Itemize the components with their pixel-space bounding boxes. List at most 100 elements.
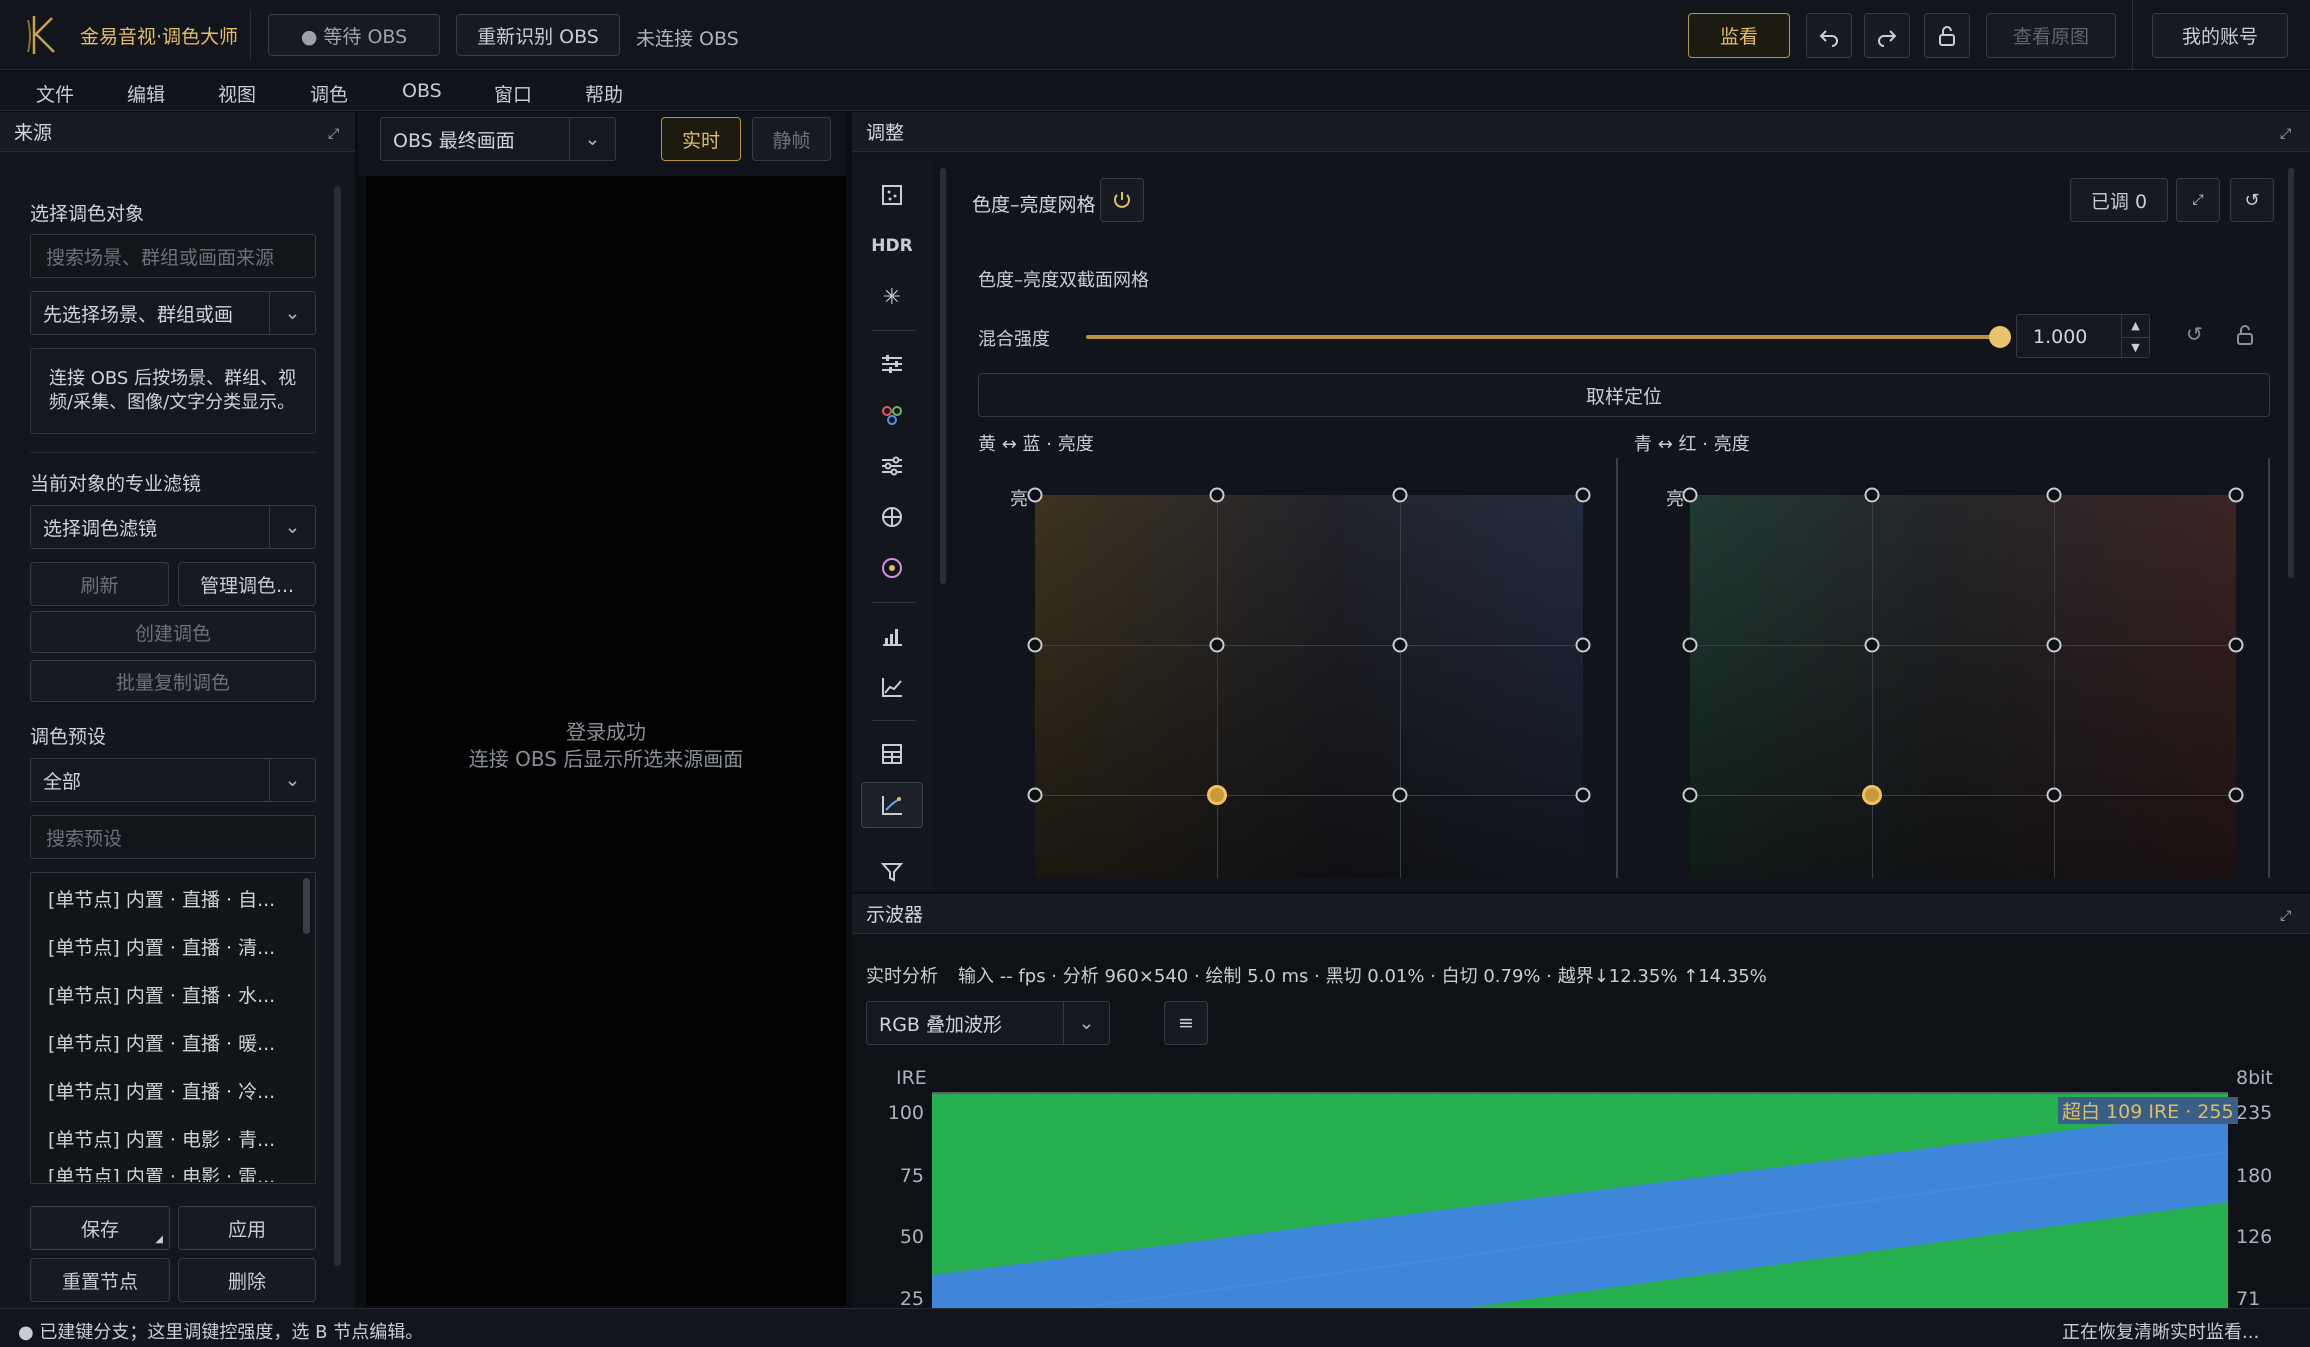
live-mode-button[interactable]: 实时	[661, 117, 741, 161]
grid-node[interactable]	[2046, 487, 2062, 503]
yellow-blue-grid[interactable]	[1035, 495, 1583, 878]
grid-node[interactable]	[1392, 487, 1408, 503]
menu-view[interactable]: 视图	[218, 80, 256, 107]
refresh-button[interactable]: 刷新	[30, 562, 169, 606]
reset-section-button[interactable]: ↺	[2230, 178, 2274, 222]
table-grid-icon[interactable]	[861, 731, 923, 777]
expand-icon[interactable]: ⤢	[2280, 126, 2291, 142]
grid-node[interactable]	[1392, 787, 1408, 803]
manage-grade-button[interactable]: 管理调色...	[178, 562, 316, 606]
preset-search-input[interactable]: 搜索预设	[30, 815, 316, 859]
grid-node[interactable]	[1864, 487, 1880, 503]
graph-grid-icon[interactable]	[861, 782, 923, 828]
grid-node[interactable]	[1392, 637, 1408, 653]
preset-category-select[interactable]: 全部 ⌄	[30, 758, 316, 802]
menu-window[interactable]: 窗口	[494, 80, 532, 107]
blend-slider-track[interactable]	[1086, 326, 2011, 348]
grid-node[interactable]	[1575, 787, 1591, 803]
curve-chart-icon[interactable]	[861, 664, 923, 710]
waveform-display[interactable]	[932, 1092, 2228, 1308]
grid-node[interactable]	[1575, 637, 1591, 653]
delete-button[interactable]: 删除	[178, 1258, 316, 1302]
preset-item[interactable]: [单节点] 内置 · 直播 · 自...	[32, 874, 302, 922]
expand-icon[interactable]: ⤢	[2280, 908, 2291, 924]
source-search-input[interactable]: 搜索场景、群组或画面来源	[30, 234, 316, 278]
adjust-scrollbar[interactable]	[2288, 168, 2294, 578]
grid-node[interactable]	[1209, 487, 1225, 503]
preset-item[interactable]: [单节点] 内置 · 直播 · 冷...	[32, 1066, 302, 1114]
cyan-red-grid[interactable]	[1690, 495, 2236, 878]
preset-item[interactable]: [单节点] 内置 · 直播 · 水...	[32, 970, 302, 1018]
target-select[interactable]: 先选择场景、群组或画 ⌄	[30, 291, 316, 335]
grid-node[interactable]	[2046, 787, 2062, 803]
menu-obs[interactable]: OBS	[402, 80, 442, 102]
sparkle-icon[interactable]: ✳	[861, 274, 923, 320]
redetect-obs-button[interactable]: 重新识别 OBS	[456, 14, 620, 56]
grid-node[interactable]	[1027, 487, 1043, 503]
scope-menu-button[interactable]: ≡	[1164, 1001, 1208, 1045]
histogram-icon[interactable]	[861, 613, 923, 659]
sample-locate-button[interactable]: 取样定位	[978, 373, 2270, 417]
levels-icon[interactable]	[861, 341, 923, 387]
source-scrollbar[interactable]	[334, 186, 341, 1266]
blend-slider-knob[interactable]	[1989, 326, 2011, 348]
grid-node[interactable]	[1027, 637, 1043, 653]
preset-item[interactable]: [单节点] 内置 · 电影 · 青...	[32, 1114, 302, 1162]
grid-node[interactable]	[1682, 637, 1698, 653]
create-grade-button[interactable]: 创建调色	[30, 611, 316, 653]
grid-node[interactable]	[2228, 787, 2244, 803]
grid-node[interactable]	[1864, 637, 1880, 653]
filter-funnel-icon[interactable]	[861, 849, 923, 895]
crosshair-wheel-icon[interactable]	[861, 494, 923, 540]
redo-button[interactable]	[1864, 13, 1910, 58]
stepper-up-icon[interactable]: ▲	[2121, 315, 2149, 337]
sliders-icon[interactable]	[861, 443, 923, 489]
dither-icon[interactable]	[861, 172, 923, 218]
still-mode-button[interactable]: 静帧	[752, 117, 831, 161]
grid-node[interactable]	[1575, 487, 1591, 503]
grid-node[interactable]	[2228, 487, 2244, 503]
hdr-icon[interactable]: HDR	[861, 223, 923, 269]
menu-help[interactable]: 帮助	[585, 80, 623, 107]
expand-section-button[interactable]: ⤢	[2176, 178, 2220, 222]
grid-node[interactable]	[1682, 487, 1698, 503]
view-original-button[interactable]: 查看原图	[1986, 13, 2116, 58]
tool-sidebar-scrollbar[interactable]	[940, 168, 946, 584]
grid-node[interactable]	[2228, 637, 2244, 653]
reset-node-button[interactable]: 重置节点	[30, 1258, 170, 1302]
account-button[interactable]: 我的账号	[2152, 13, 2288, 58]
bit-tick: 126	[2236, 1226, 2273, 1248]
expand-icon[interactable]: ⤢	[328, 126, 339, 142]
blend-value-field[interactable]: 1.000 ▲ ▼	[2016, 314, 2150, 358]
menu-grade[interactable]: 调色	[310, 80, 348, 107]
undo-button[interactable]	[1806, 13, 1852, 58]
color-wheel-icon[interactable]	[861, 545, 923, 591]
menu-file[interactable]: 文件	[36, 80, 74, 107]
preview-source-select[interactable]: OBS 最终画面 ⌄	[380, 117, 616, 161]
obs-status-button[interactable]: ● 等待 OBS	[268, 14, 440, 56]
filter-select[interactable]: 选择调色滤镜 ⌄	[30, 505, 316, 549]
grid-node-selected[interactable]	[1207, 785, 1227, 805]
reset-icon[interactable]: ↺	[2186, 322, 2203, 346]
adjusted-count-badge[interactable]: 已调 0	[2070, 178, 2168, 222]
rgb-nodes-icon[interactable]	[861, 392, 923, 438]
grid-node[interactable]	[1027, 787, 1043, 803]
stepper-down-icon[interactable]: ▼	[2121, 337, 2149, 357]
grid-node[interactable]	[1682, 787, 1698, 803]
menu-edit[interactable]: 编辑	[127, 80, 165, 107]
grid-node[interactable]	[1209, 637, 1225, 653]
unlock-icon[interactable]	[2236, 324, 2254, 351]
monitor-button[interactable]: 监看	[1688, 13, 1790, 58]
lock-button[interactable]	[1924, 13, 1970, 58]
grid-node[interactable]	[2046, 637, 2062, 653]
preset-list-scrollbar[interactable]	[303, 878, 310, 934]
batch-copy-button[interactable]: 批量复制调色	[30, 660, 316, 702]
grid-node-selected[interactable]	[1862, 785, 1882, 805]
apply-button[interactable]: 应用	[178, 1206, 316, 1250]
preset-item[interactable]: [单节点] 内置 · 直播 · 暖...	[32, 1018, 302, 1066]
preset-item[interactable]: [单节点] 内置 · 直播 · 清...	[32, 922, 302, 970]
preset-item[interactable]: [单节点] 内置 · 电影 · 雷...	[32, 1162, 302, 1182]
save-button[interactable]: 保存 ◢	[30, 1206, 170, 1250]
scope-mode-select[interactable]: RGB 叠加波形 ⌄	[866, 1001, 1110, 1045]
power-button[interactable]	[1100, 178, 1144, 222]
